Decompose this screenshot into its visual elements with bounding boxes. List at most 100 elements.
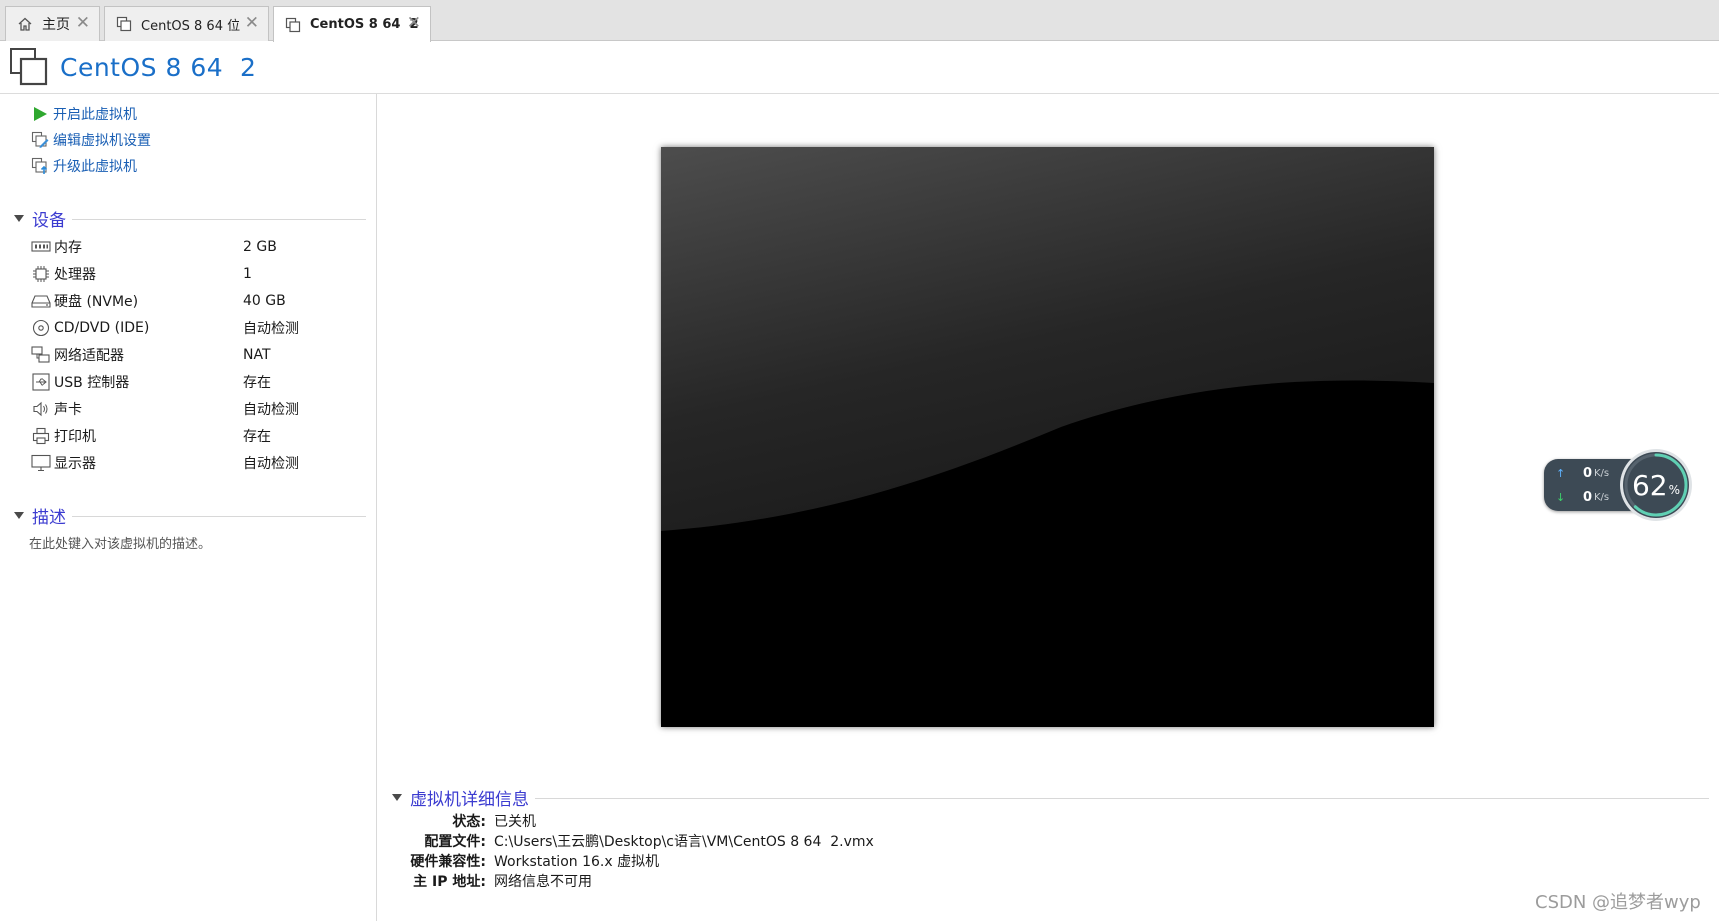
- network-speed-widget[interactable]: ↑ 0 K/s ↓ 0 K/s 62%: [1544, 447, 1694, 523]
- device-name: CD/DVD (IDE): [54, 320, 150, 336]
- device-row-usb-controller[interactable]: USB 控制器 存在: [30, 370, 370, 394]
- gauge-percent-symbol: %: [1668, 483, 1681, 497]
- description-text[interactable]: 在此处键入对该虚拟机的描述。: [29, 533, 211, 552]
- device-value: 存在: [243, 375, 271, 391]
- details-section-header[interactable]: 虚拟机详细信息: [392, 785, 1709, 810]
- tab-label: 主页: [42, 17, 70, 33]
- tab-home[interactable]: 主页 ✕: [5, 6, 100, 41]
- device-value: 自动检测: [243, 321, 299, 337]
- monitor-icon: [30, 453, 52, 473]
- left-pane: 开启此虚拟机 编辑虚拟机设置 升级此虚拟机 设备 内存 2 GB 处理器 1 硬…: [0, 94, 377, 921]
- vm-header: CentOS 8 64 2: [0, 41, 1719, 94]
- memory-icon: [30, 237, 52, 257]
- device-name: 打印机: [54, 429, 96, 445]
- vm-icon: [113, 13, 135, 35]
- device-row-network-adapter[interactable]: 网络适配器 NAT: [30, 343, 370, 367]
- detail-value[interactable]: C:\Users\王云鹏\Desktop\c语言\VM\CentOS 8 64 …: [494, 831, 874, 851]
- device-row-hard-disk[interactable]: 硬盘 (NVMe) 40 GB: [30, 289, 370, 313]
- tab-centos-8-64[interactable]: CentOS 8 64 位 ✕: [104, 6, 269, 41]
- upgrade-icon: [30, 156, 50, 176]
- detail-value: 已关机: [494, 814, 536, 830]
- download-value: 0: [1582, 489, 1592, 505]
- printer-icon: [30, 426, 52, 446]
- device-row-display[interactable]: 显示器 自动检测: [30, 451, 370, 475]
- vm-screen-preview[interactable]: [661, 147, 1434, 727]
- detail-key: 配置文件:: [424, 834, 486, 850]
- collapse-triangle-icon: [392, 793, 402, 801]
- device-name: 显示器: [54, 456, 96, 472]
- gauge-label: 62%: [1618, 447, 1694, 523]
- device-name: 处理器: [54, 267, 96, 283]
- device-name: 硬盘 (NVMe): [54, 294, 139, 310]
- page-title: CentOS 8 64 2: [60, 52, 257, 82]
- tab-label: CentOS 8 64 2: [310, 17, 419, 32]
- device-row-memory[interactable]: 内存 2 GB: [30, 235, 370, 259]
- network-icon: [30, 345, 52, 365]
- devices-section-header[interactable]: 设备: [14, 206, 366, 231]
- device-value: 40 GB: [243, 293, 286, 309]
- cpu-icon: [30, 264, 52, 284]
- watermark: CSDN @追梦者wyp: [1535, 892, 1701, 913]
- device-value: 自动检测: [243, 456, 299, 472]
- usage-gauge: 62%: [1618, 447, 1694, 523]
- detail-row-config-file: 配置文件: C:\Users\王云鹏\Desktop\c语言\VM\CentOS…: [392, 831, 874, 851]
- disk-icon: [30, 291, 52, 311]
- tab-centos-8-64-2[interactable]: CentOS 8 64 2 ✕: [273, 6, 431, 42]
- divider: [535, 798, 1709, 799]
- speaker-icon: [30, 399, 52, 419]
- usb-icon: [30, 372, 52, 392]
- download-unit: K/s: [1594, 491, 1610, 503]
- device-row-printer[interactable]: 打印机 存在: [30, 424, 370, 448]
- description-section-header[interactable]: 描述: [14, 503, 366, 528]
- upload-arrow-icon: ↑: [1556, 466, 1566, 480]
- collapse-triangle-icon: [14, 214, 24, 222]
- detail-key: 状态:: [452, 814, 486, 830]
- device-name: 网络适配器: [54, 348, 124, 364]
- device-row-processor[interactable]: 处理器 1: [30, 262, 370, 286]
- collapse-triangle-icon: [14, 511, 24, 519]
- close-icon[interactable]: ✕: [407, 14, 421, 32]
- devices-section-title: 设备: [32, 210, 66, 231]
- device-value: 存在: [243, 429, 271, 445]
- device-value: NAT: [243, 347, 271, 363]
- description-section-title: 描述: [32, 507, 66, 528]
- device-row-cd-dvd[interactable]: CD/DVD (IDE) 自动检测: [30, 316, 370, 340]
- device-value: 自动检测: [243, 402, 299, 418]
- close-icon[interactable]: ✕: [245, 14, 259, 32]
- tab-bar: 主页 ✕ CentOS 8 64 位 ✕ CentOS 8 64 2 ✕: [0, 0, 1719, 42]
- edit-settings-icon: [30, 130, 50, 150]
- download-speed: ↓ 0 K/s: [1556, 487, 1609, 507]
- device-row-sound-card[interactable]: 声卡 自动检测: [30, 397, 370, 421]
- close-icon[interactable]: ✕: [76, 14, 90, 32]
- tab-label: CentOS 8 64 位: [141, 18, 241, 34]
- detail-row-hardware-compat: 硬件兼容性: Workstation 16.x 虚拟机: [392, 851, 659, 871]
- detail-key: 主 IP 地址:: [413, 874, 486, 890]
- detail-value: Workstation 16.x 虚拟机: [494, 854, 660, 870]
- edit-settings-link[interactable]: 编辑虚拟机设置: [30, 129, 151, 151]
- upgrade-label: 升级此虚拟机: [53, 159, 137, 175]
- details-section-title: 虚拟机详细信息: [410, 789, 529, 810]
- vm-icon: [9, 47, 49, 87]
- home-icon: [14, 13, 36, 35]
- device-name: USB 控制器: [54, 375, 130, 391]
- detail-row-ip-address: 主 IP 地址: 网络信息不可用: [392, 871, 592, 891]
- detail-row-state: 状态: 已关机: [392, 811, 536, 831]
- upload-unit: K/s: [1594, 467, 1610, 479]
- screen-wave-graphic: [661, 147, 1434, 727]
- divider: [72, 219, 366, 220]
- detail-key: 硬件兼容性:: [410, 854, 486, 870]
- device-value: 2 GB: [243, 239, 277, 255]
- vm-icon: [282, 14, 304, 36]
- upgrade-vm-link[interactable]: 升级此虚拟机: [30, 155, 137, 177]
- play-icon: [30, 104, 50, 124]
- divider: [72, 516, 366, 517]
- detail-value: 网络信息不可用: [494, 874, 592, 890]
- power-on-label: 开启此虚拟机: [53, 107, 137, 123]
- edit-settings-label: 编辑虚拟机设置: [53, 133, 151, 149]
- device-name: 声卡: [54, 402, 82, 418]
- download-arrow-icon: ↓: [1556, 490, 1566, 504]
- cd-icon: [30, 318, 52, 338]
- device-value: 1: [243, 266, 252, 282]
- power-on-link[interactable]: 开启此虚拟机: [30, 103, 137, 125]
- gauge-percent: 62: [1631, 468, 1668, 502]
